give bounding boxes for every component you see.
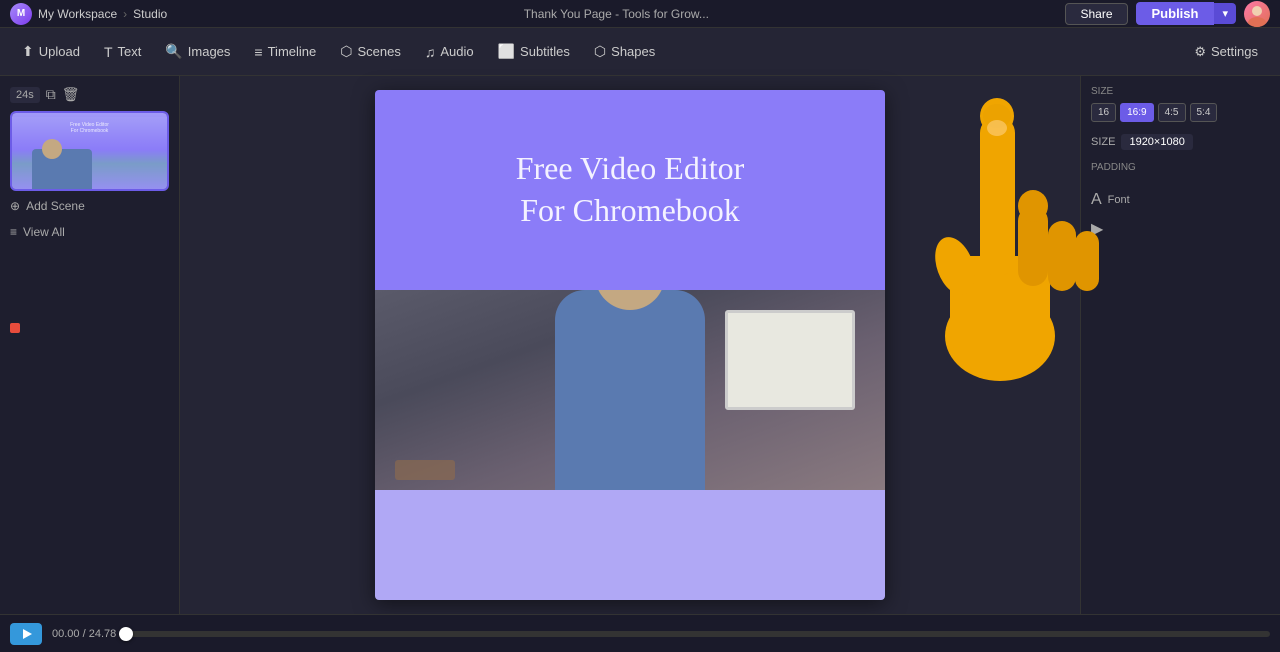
publish-button[interactable]: Publish (1136, 2, 1215, 25)
audio-label: Audio (440, 44, 473, 59)
play-icon[interactable]: ▶ (1091, 219, 1103, 239)
text-icon: T (104, 44, 113, 60)
page-title: Thank You Page - Tools for Grow... (173, 7, 1059, 21)
desk-item (395, 460, 455, 480)
size-section: SIZE 1920×1080 (1091, 134, 1270, 150)
canvas-title-line2: For Chromebook (520, 192, 740, 228)
canvas-video (375, 290, 885, 490)
canvas-area: Free Video Editor For Chromebook (180, 76, 1080, 614)
add-scene-button[interactable]: ⊕ Add Scene (10, 191, 169, 221)
scene-copy-icon[interactable]: ⧉ (46, 86, 56, 103)
text-button[interactable]: T Text (94, 39, 151, 65)
timeline-button[interactable]: ≡ Timeline (244, 39, 326, 65)
hand-cursor-overlay (890, 66, 1110, 386)
publish-dropdown-button[interactable]: ▾ (1214, 3, 1236, 24)
scene-duration: 24s (10, 87, 40, 103)
shapes-icon: ⬡ (594, 43, 606, 60)
add-scene-icon: ⊕ (10, 199, 20, 213)
font-row[interactable]: A Font (1091, 185, 1270, 215)
timeline-thumb[interactable] (119, 627, 133, 641)
top-bar-right: Share Publish ▾ (1065, 1, 1270, 27)
breadcrumb-separator: › (123, 7, 127, 21)
studio-label: Studio (133, 7, 167, 21)
view-all-button[interactable]: ≡ View All (10, 221, 169, 243)
images-icon: 🔍 (165, 43, 182, 60)
ar-4-5-button[interactable]: 4:5 (1158, 103, 1186, 122)
time-display: 00.00 / 24.78 (52, 628, 116, 640)
aspect-ratio-section: SIZE 16 16:9 4:5 5:4 (1091, 86, 1270, 122)
publish-btn-group: Publish ▾ (1136, 2, 1236, 25)
timeline-icon: ≡ (254, 44, 262, 60)
size-row: SIZE 1920×1080 (1091, 134, 1270, 150)
text-label: Text (118, 44, 142, 59)
size-label: SIZE (1091, 86, 1270, 97)
shapes-label: Shapes (611, 44, 655, 59)
images-button[interactable]: 🔍 Images (155, 38, 240, 65)
timeline-track[interactable] (126, 631, 1270, 637)
aspect-ratio-row: 16 16:9 4:5 5:4 (1091, 103, 1270, 122)
add-scene-label: Add Scene (26, 199, 85, 213)
scene-thumb-inner: Free Video EditorFor Chromebook (12, 113, 167, 189)
toolbar: ⬆ Upload T Text 🔍 Images ≡ Timeline ⬡ Sc… (0, 28, 1280, 76)
avatar[interactable] (1244, 1, 1270, 27)
scenes-button[interactable]: ⬡ Scenes (330, 38, 411, 65)
canvas-video-person (375, 290, 885, 490)
timeline-bar: 00.00 / 24.78 (0, 614, 1280, 652)
person-body (555, 290, 705, 490)
settings-label: Settings (1211, 44, 1258, 59)
view-all-icon: ≡ (10, 225, 17, 239)
ar-5-4-button[interactable]: 5:4 (1190, 103, 1218, 122)
video-canvas[interactable]: Free Video Editor For Chromebook (375, 90, 885, 600)
settings-button[interactable]: ⚙ Settings (1184, 39, 1268, 65)
font-label: Font (1108, 194, 1130, 206)
size-value: 1920×1080 (1121, 134, 1192, 150)
top-bar: M My Workspace › Studio Thank You Page -… (0, 0, 1280, 28)
images-label: Images (188, 44, 231, 59)
shapes-button[interactable]: ⬡ Shapes (584, 38, 665, 65)
audio-button[interactable]: ♫ Audio (415, 39, 484, 65)
time-current: 00.00 (52, 628, 80, 640)
subtitles-label: Subtitles (520, 44, 570, 59)
scene-controls: 24s ⧉ 🗑 (10, 86, 169, 103)
right-panel: SIZE 16 16:9 4:5 5:4 SIZE 1920×1080 PADD… (1080, 76, 1280, 614)
sidebar: 24s ⧉ 🗑 Free Video EditorFor Chromebook … (0, 76, 180, 614)
scenes-label: Scenes (357, 44, 400, 59)
scene-thumbnail[interactable]: Free Video EditorFor Chromebook (10, 111, 169, 191)
workspace-logo: M (10, 3, 32, 25)
play-row: ▶ (1091, 215, 1270, 243)
time-total: 24.78 (89, 628, 117, 640)
workspace-link[interactable]: My Workspace (38, 7, 117, 21)
whiteboard (725, 310, 855, 410)
view-all-label: View All (23, 225, 65, 239)
scenes-icon: ⬡ (340, 43, 352, 60)
font-icon: A (1091, 191, 1102, 209)
upload-label: Upload (39, 44, 80, 59)
padding-section: PADDING (1091, 162, 1270, 173)
subtitles-button[interactable]: ⬜ Subtitles (488, 38, 580, 65)
canvas-top: Free Video Editor For Chromebook (375, 90, 885, 290)
audio-icon: ♫ (425, 44, 436, 60)
red-indicator (10, 323, 20, 333)
person-silhouette (530, 290, 730, 490)
main-layout: 24s ⧉ 🗑 Free Video EditorFor Chromebook … (0, 76, 1280, 614)
play-button-bottom[interactable] (10, 623, 42, 645)
scene-delete-icon[interactable]: 🗑 (62, 86, 80, 103)
canvas-title: Free Video Editor For Chromebook (516, 148, 745, 231)
ar-16-9-button[interactable]: 16:9 (1120, 103, 1153, 122)
canvas-title-line1: Free Video Editor (516, 150, 745, 186)
gear-icon: ⚙ (1194, 44, 1206, 60)
padding-label: PADDING (1091, 162, 1270, 173)
upload-button[interactable]: ⬆ Upload (12, 38, 90, 65)
timeline-label: Timeline (268, 44, 317, 59)
play-triangle-icon (23, 629, 32, 639)
canvas-bottom (375, 490, 885, 600)
share-button[interactable]: Share (1065, 3, 1127, 25)
ar-16-button[interactable]: 16 (1091, 103, 1116, 122)
size-text-label: SIZE (1091, 136, 1115, 148)
upload-icon: ⬆ (22, 43, 34, 60)
subtitles-icon: ⬜ (498, 43, 515, 60)
